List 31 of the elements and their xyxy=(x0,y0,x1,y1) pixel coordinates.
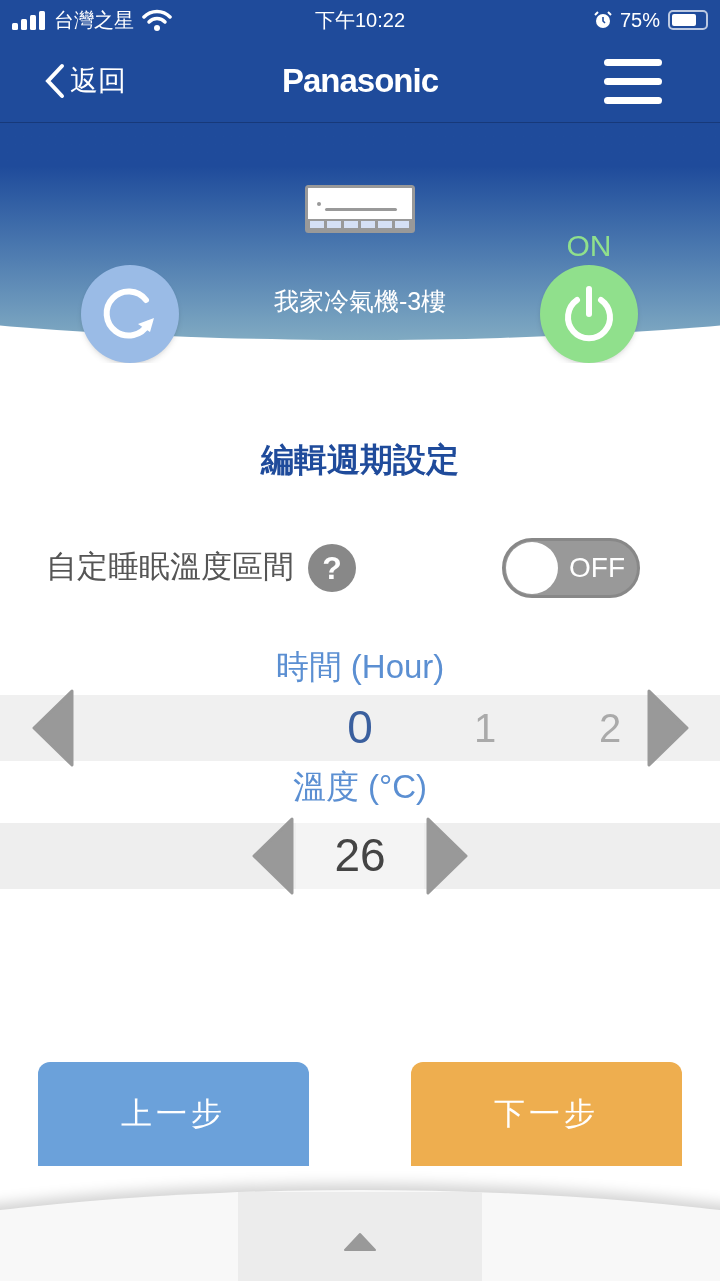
sleep-toggle[interactable]: OFF xyxy=(502,537,640,598)
caret-up-icon xyxy=(343,1231,377,1252)
signal-icon xyxy=(12,10,46,30)
hour-option[interactable]: 0 xyxy=(320,694,400,761)
picker-label: 時間 (Hour) xyxy=(274,646,446,687)
temperature-value: 26 xyxy=(296,822,424,889)
battery-icon xyxy=(668,10,708,30)
left-arrow-icon[interactable] xyxy=(32,688,76,767)
hour-option[interactable]: 1 xyxy=(445,694,525,761)
chevron-left-icon xyxy=(44,63,66,99)
air-conditioner-icon xyxy=(305,185,415,233)
next-step-button[interactable]: 下一步 xyxy=(411,1062,682,1166)
help-button[interactable]: ? xyxy=(308,543,356,592)
brand-logo: Panasonic xyxy=(280,61,440,102)
setting-label: 自定睡眠溫度區間 xyxy=(46,548,294,587)
carrier-name: 台灣之星 xyxy=(54,8,134,33)
right-arrow-icon[interactable] xyxy=(645,688,689,767)
power-status: ON xyxy=(565,228,613,264)
page-title: 編輯週期設定 xyxy=(259,440,460,480)
picker-label: 溫度 (°C) xyxy=(291,766,429,807)
menu-icon[interactable] xyxy=(604,57,662,105)
back-button[interactable]: 返回 xyxy=(44,60,126,102)
battery-percent: 75% xyxy=(619,8,660,33)
device-name: 我家冷氣機-3樓 xyxy=(272,286,448,317)
right-arrow-icon[interactable] xyxy=(424,816,468,895)
previous-step-button[interactable]: 上一步 xyxy=(38,1062,309,1166)
hour-option[interactable]: 2 xyxy=(570,694,650,761)
wifi-icon xyxy=(142,9,172,31)
left-arrow-icon[interactable] xyxy=(252,816,296,895)
status-time: 下午10:22 xyxy=(313,8,407,33)
alarm-icon xyxy=(593,11,612,29)
